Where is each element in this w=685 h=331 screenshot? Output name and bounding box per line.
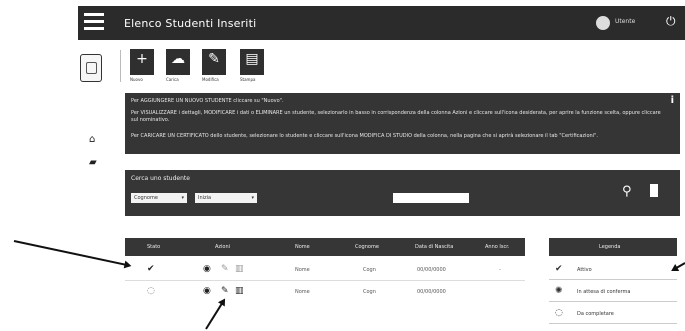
view-eye-icon[interactable]: ◉ xyxy=(203,264,211,274)
upload-button[interactable]: ☁ Carica xyxy=(166,49,190,82)
check-icon: ✔ xyxy=(147,264,155,274)
legend-item-label: Da completare xyxy=(577,311,614,317)
info-line-upload: Per CARICARE UN CERTIFICATO dello studen… xyxy=(131,133,598,139)
info-panel: Per AGGIUNGERE UN NUOVO STUDENTE cliccar… xyxy=(125,93,680,154)
search-input[interactable] xyxy=(393,193,469,203)
delete-trash-icon[interactable]: ▥ xyxy=(235,286,244,296)
legend-item-label: In attesa di conferma xyxy=(577,289,631,295)
cell-birthdate: 00/00/0000 xyxy=(417,289,446,295)
cell-surname: Cogn xyxy=(363,289,376,295)
header-bar: Elenco Studenti Inseriti Utente ⏻ xyxy=(78,6,685,40)
loading-icon: ✺ xyxy=(555,286,563,296)
app-logo xyxy=(80,54,102,82)
table-row[interactable]: ✔ ◉ ✎ ▥ Nome Cogn 00/00/0000 - xyxy=(125,261,525,279)
cell-birthdate: 00/00/0000 xyxy=(417,267,446,273)
print-button-label: Stampa xyxy=(240,77,256,82)
new-button[interactable]: + Nuovo xyxy=(130,49,154,82)
cloud-upload-icon: ☁ xyxy=(171,51,185,67)
toolbar-divider xyxy=(120,50,121,82)
hamburger-menu-icon[interactable] xyxy=(84,13,104,31)
col-header-status[interactable]: Stato xyxy=(147,244,160,250)
table-row[interactable]: ◌ ◉ ✎ ▥ Nome Cogn 00/00/0000 xyxy=(125,283,525,301)
search-panel: Cerca uno studente Cognome ▾ Inizia ▾ ⚲ xyxy=(125,170,680,216)
logout-power-icon[interactable]: ⏻ xyxy=(666,14,676,29)
col-header-actions: Azioni xyxy=(215,244,231,250)
upload-button-label: Carica xyxy=(166,77,179,82)
user-avatar-icon[interactable] xyxy=(596,16,610,30)
col-header-birthdate[interactable]: Data di Nascita xyxy=(415,244,453,250)
cell-year: - xyxy=(499,267,501,273)
col-header-name[interactable]: Nome xyxy=(295,244,310,250)
pending-icon: ◌ xyxy=(555,308,563,318)
annotation-arrow-bottom xyxy=(205,299,225,330)
edit-pencil-icon[interactable]: ✎ xyxy=(221,264,229,274)
reset-filter-icon[interactable] xyxy=(650,184,658,197)
info-icon: i xyxy=(670,95,674,106)
new-button-label: Nuovo xyxy=(130,77,143,82)
page-title: Elenco Studenti Inseriti xyxy=(124,17,257,30)
graduation-cap-icon[interactable]: ▰ xyxy=(89,157,97,168)
info-line-new: Per AGGIUNGERE UN NUOVO STUDENTE cliccar… xyxy=(131,98,284,104)
info-line-view: Per VISUALIZZARE i dettagli, MODIFICARE … xyxy=(131,110,661,123)
legend-item-label: Attivo xyxy=(577,267,592,273)
legend-title: Legenda xyxy=(599,244,621,250)
table-header: Stato Azioni Nome Cognome Data di Nascit… xyxy=(125,238,525,256)
cell-name[interactable]: Nome xyxy=(295,267,310,273)
edit-pencil-icon[interactable]: ✎ xyxy=(221,286,229,296)
annotation-arrow-left xyxy=(13,240,130,267)
plus-icon: + xyxy=(136,51,148,67)
cell-name[interactable]: Nome xyxy=(295,289,310,295)
home-icon[interactable]: ⌂ xyxy=(89,134,95,145)
col-header-surname[interactable]: Cognome xyxy=(355,244,379,250)
search-label: Cerca uno studente xyxy=(131,175,190,182)
search-field-value: Cognome xyxy=(134,195,158,201)
chevron-down-icon: ▾ xyxy=(181,195,184,201)
delete-trash-icon[interactable]: ▥ xyxy=(235,264,244,274)
chevron-down-icon: ▾ xyxy=(251,195,254,201)
search-field-select[interactable]: Cognome ▾ xyxy=(131,193,187,203)
legend-item: ✔ Attivo xyxy=(549,261,677,280)
col-header-year[interactable]: Anno Iscr. xyxy=(485,244,509,250)
legend-header: Legenda xyxy=(549,238,677,256)
cell-surname: Cogn xyxy=(363,267,376,273)
document-icon: ▤ xyxy=(245,51,259,67)
annotation-arrow-right xyxy=(672,262,685,271)
pending-icon: ◌ xyxy=(147,286,155,296)
legend-item: ✺ In attesa di conferma xyxy=(549,283,677,302)
search-icon[interactable]: ⚲ xyxy=(622,184,632,199)
check-icon: ✔ xyxy=(555,264,563,274)
print-button[interactable]: ▤ Stampa xyxy=(240,49,264,82)
search-operator-select[interactable]: Inizia ▾ xyxy=(195,193,257,203)
search-operator-value: Inizia xyxy=(198,195,212,201)
view-eye-icon[interactable]: ◉ xyxy=(203,286,211,296)
edit-button[interactable]: ✎ Modifica xyxy=(202,49,226,82)
pencil-icon: ✎ xyxy=(208,51,220,67)
legend-item: ◌ Da completare xyxy=(549,305,677,324)
edit-button-label: Modifica xyxy=(202,77,219,82)
row-divider xyxy=(125,280,525,281)
user-name[interactable]: Utente xyxy=(615,18,635,25)
